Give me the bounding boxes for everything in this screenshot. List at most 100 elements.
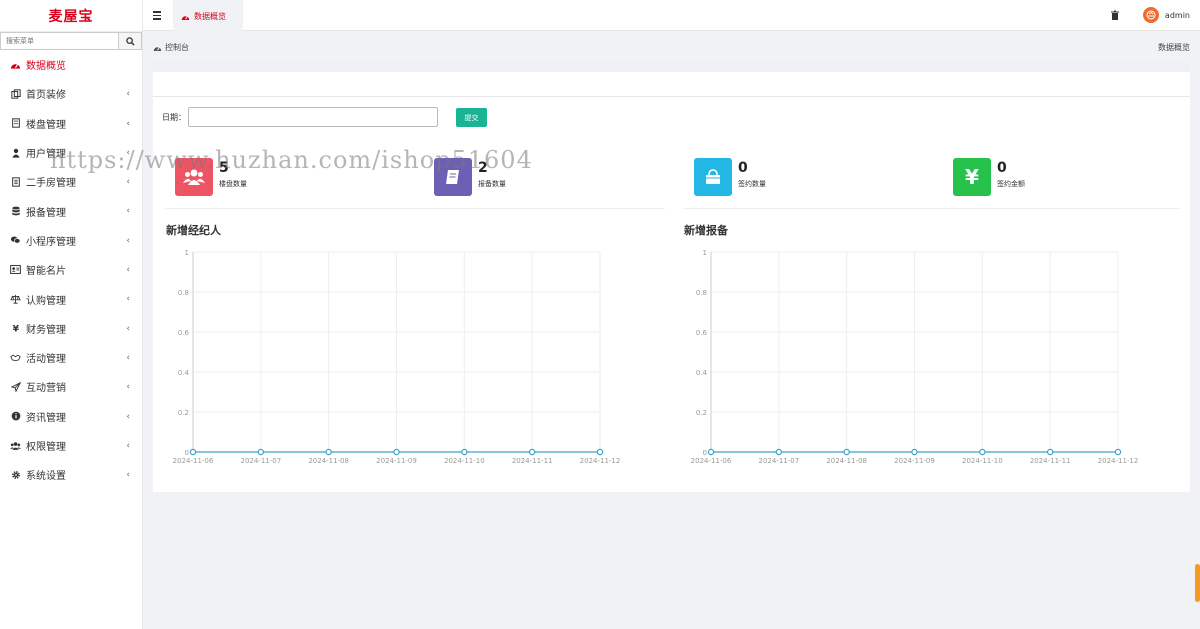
sidebar-item-8[interactable]: 认购管理 ‹: [0, 284, 142, 313]
chevron-left-icon: ‹: [126, 440, 130, 451]
x-tick-label: 2024-11-11: [1030, 457, 1071, 465]
stat-text: 0 签约数量: [738, 158, 766, 189]
chevron-left-icon: ‹: [126, 89, 130, 100]
sidebar-item-5[interactable]: 报备管理 ‹: [0, 196, 142, 225]
dashboard-icon: [153, 46, 162, 51]
sidebar-item-6[interactable]: 小程序管理 ‹: [0, 226, 142, 255]
sidebar-item-12[interactable]: 资讯管理 ‹: [0, 402, 142, 431]
paper-plane-icon: [10, 381, 21, 392]
users-icon: [183, 169, 205, 185]
data-point: [325, 448, 332, 456]
sidebar-item-4[interactable]: 二手房管理 ‹: [0, 167, 142, 196]
x-tick-label: 2024-11-10: [962, 457, 1003, 465]
sidebar-item-label: 财务管理: [26, 324, 66, 336]
sidebar-item-10[interactable]: 活动管理 ‹: [0, 343, 142, 372]
stat-text: 2 报备数量: [478, 158, 506, 189]
y-tick-label: 1: [703, 249, 707, 257]
data-point: [911, 448, 918, 456]
stat-label: 报备数量: [478, 180, 506, 188]
yen-icon: ¥: [965, 165, 979, 189]
scrollbar-thumb[interactable]: [1195, 564, 1200, 602]
x-tick-label: 2024-11-06: [691, 457, 732, 465]
app-logo[interactable]: 麦屋宝: [0, 0, 142, 32]
user-icon: [10, 147, 21, 158]
chart-title: 新增报备: [684, 224, 728, 237]
y-tick-label: 0.8: [178, 289, 189, 297]
data-point: [461, 448, 468, 456]
y-tick-label: 0.6: [696, 329, 708, 337]
gear-icon: [10, 469, 21, 480]
sidebar-item-label: 楼盘管理: [26, 119, 66, 131]
sidebar-item-11[interactable]: 互动营销 ‹: [0, 372, 142, 401]
sidebar-item-label: 资讯管理: [26, 412, 66, 424]
stat-label: 楼盘数量: [219, 180, 247, 188]
sidebar-item-3[interactable]: 用户管理 ‹: [0, 138, 142, 167]
menu-toggle-icon[interactable]: [153, 9, 165, 21]
stat-text: 5 楼盘数量: [219, 158, 247, 189]
breadcrumb-bar: 控制台 数据概览: [143, 31, 1200, 61]
chevron-left-icon: ‹: [126, 411, 130, 422]
sidebar-item-label: 数据概览: [26, 61, 66, 73]
chevron-left-icon: ‹: [126, 177, 130, 188]
divider: [683, 208, 1180, 209]
divider: [165, 208, 665, 209]
copy-icon: [10, 88, 21, 99]
document-icon: [10, 176, 21, 187]
chevron-left-icon: ‹: [126, 206, 130, 217]
submit-button[interactable]: 提交: [456, 108, 487, 127]
data-point: [1046, 448, 1054, 456]
sidebar-item-9[interactable]: ¥ 财务管理 ‹: [0, 314, 142, 343]
x-tick-label: 2024-11-08: [308, 457, 349, 465]
user-icon: [1146, 10, 1156, 20]
stat-value: 0: [738, 160, 748, 176]
sidebar-item-13[interactable]: 权限管理 ‹: [0, 431, 142, 460]
chevron-left-icon: ‹: [126, 323, 130, 334]
sidebar-item-label: 智能名片: [26, 266, 66, 278]
date-filter: 日期：: [162, 107, 438, 127]
sidebar-item-2[interactable]: 楼盘管理 ‹: [0, 109, 142, 138]
sidebar-item-0[interactable]: 数据概览: [0, 50, 142, 79]
tab-dashboard[interactable]: 数据概览: [173, 0, 243, 31]
date-input[interactable]: [188, 107, 438, 127]
avatar: [1142, 7, 1159, 23]
menu-search-button[interactable]: [119, 32, 142, 50]
sidebar-item-14[interactable]: 系统设置 ‹: [0, 460, 142, 489]
line-chart-reports: 0 0.2 0.4 0.6 0.8 1 2024-11-06 2024-11-07 2024-1…: [691, 249, 1139, 465]
y-tick-label: 0: [703, 449, 707, 457]
chevron-left-icon: ‹: [126, 352, 130, 363]
y-tick-label: 0.2: [178, 409, 189, 417]
sidebar-item-label: 权限管理: [26, 442, 66, 453]
stat-icon-box: ¥: [953, 158, 991, 196]
sidebar-item-label: 用户管理: [26, 149, 66, 161]
data-point: [979, 448, 986, 456]
x-tick-label: 2024-11-08: [826, 457, 867, 465]
data-point: [707, 448, 715, 456]
y-tick-label: 0.8: [696, 289, 707, 297]
breadcrumb-home[interactable]: 控制台: [165, 42, 189, 53]
stat-text: 0 签约金额: [997, 158, 1025, 189]
stat-value: 5: [219, 160, 229, 176]
x-tick-label: 2024-11-07: [240, 457, 281, 465]
breadcrumb-current: 数据概览: [1158, 43, 1190, 52]
y-tick-label: 0.2: [696, 409, 707, 417]
x-tick-label: 2024-11-12: [1098, 457, 1139, 465]
menu-search-input[interactable]: [0, 32, 120, 50]
sidebar-item-label: 活动管理: [26, 354, 66, 366]
sidebar: 麦屋宝 数据概览首页装修 ‹ 楼盘管理 ‹ 用户管理 ‹ 二手房管理 ‹ 报备管理 ‹ 小程序管理 ‹…: [0, 0, 143, 629]
sidebar-item-1[interactable]: 首页装修 ‹: [0, 79, 142, 108]
topbar: 数据概览 admin: [143, 0, 1200, 31]
panel-header: [153, 62, 1190, 72]
stat-value: 0: [997, 160, 1007, 176]
sidebar-item-7[interactable]: 智能名片 ‹: [0, 255, 142, 284]
x-tick-label: 2024-11-12: [580, 457, 621, 465]
database-icon: [10, 206, 21, 217]
data-point: [189, 448, 197, 456]
trash-icon[interactable]: [1110, 10, 1120, 21]
user-menu[interactable]: admin: [1142, 7, 1190, 23]
book-icon: [446, 170, 459, 184]
stat-card-properties: 5 楼盘数量: [175, 158, 247, 208]
x-tick-label: 2024-11-10: [444, 457, 485, 465]
balance-icon: [10, 294, 21, 305]
stat-card-contracts: 0 签约数量: [694, 158, 766, 208]
sidebar-item-label: 报备管理: [26, 207, 66, 219]
